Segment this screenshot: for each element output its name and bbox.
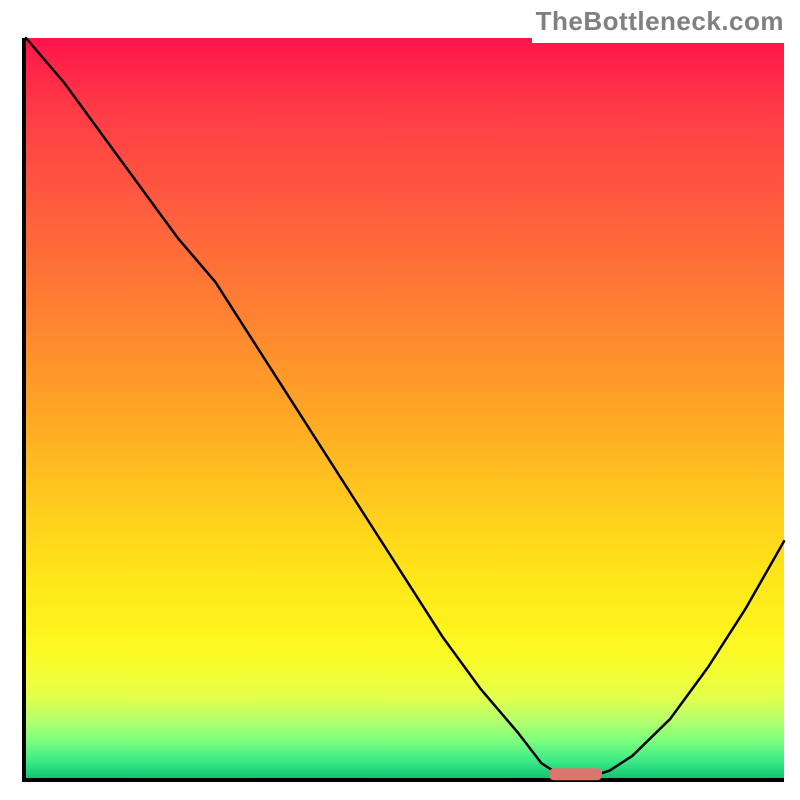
chart-stage: TheBottleneck.com [0,0,800,800]
bottleneck-curve [26,38,784,778]
curve-svg [26,38,784,778]
minimum-marker [549,768,602,780]
plot-area [22,38,784,782]
watermark-text: TheBottleneck.com [532,4,788,43]
